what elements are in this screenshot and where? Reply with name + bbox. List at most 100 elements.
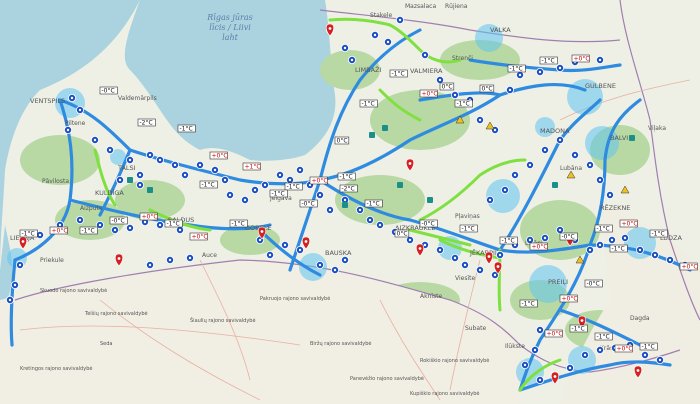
camera-pin-icon[interactable] bbox=[195, 160, 204, 169]
camera-pin-icon[interactable] bbox=[295, 165, 304, 174]
temperature-label[interactable]: -1°C bbox=[337, 172, 356, 181]
temperature-label[interactable]: +0°C bbox=[209, 151, 228, 160]
weather-station-icon[interactable] bbox=[127, 177, 133, 183]
temperature-label[interactable]: -1°C bbox=[199, 180, 218, 189]
camera-pin-icon[interactable] bbox=[435, 245, 444, 254]
temperature-label[interactable]: -1°C bbox=[609, 244, 628, 253]
temperature-label[interactable]: +0°C bbox=[419, 89, 438, 98]
camera-pin-icon[interactable] bbox=[526, 160, 535, 169]
camera-pin-icon[interactable] bbox=[180, 170, 189, 179]
camera-pin-icon[interactable] bbox=[510, 170, 519, 179]
temperature-label[interactable]: -1°C bbox=[364, 199, 383, 208]
weather-station-icon[interactable] bbox=[427, 197, 433, 203]
camera-pin-icon[interactable] bbox=[460, 260, 469, 269]
camera-pin-icon[interactable] bbox=[265, 250, 274, 259]
camera-pin-icon[interactable] bbox=[383, 38, 392, 47]
temperature-label[interactable]: +0°C bbox=[189, 232, 208, 241]
weather-station-icon[interactable] bbox=[629, 135, 635, 141]
camera-pin-icon[interactable] bbox=[395, 15, 404, 24]
temperature-label[interactable]: 0°C bbox=[334, 136, 350, 145]
camera-pin-icon[interactable] bbox=[135, 180, 144, 189]
camera-pin-icon[interactable] bbox=[145, 150, 154, 159]
camera-pin-icon[interactable] bbox=[596, 175, 605, 184]
temperature-label[interactable]: +0°C bbox=[614, 344, 633, 353]
camera-pin-icon[interactable] bbox=[586, 160, 595, 169]
camera-pin-icon[interactable] bbox=[260, 180, 269, 189]
camera-pin-icon[interactable] bbox=[220, 175, 229, 184]
camera-pin-icon[interactable] bbox=[556, 64, 565, 73]
camera-pin-icon[interactable] bbox=[636, 245, 645, 254]
camera-pin-icon[interactable] bbox=[531, 345, 540, 354]
weather-station-icon[interactable] bbox=[147, 187, 153, 193]
camera-pin-icon[interactable] bbox=[170, 160, 179, 169]
temperature-label[interactable]: 0°C bbox=[439, 82, 455, 91]
camera-pin-icon[interactable] bbox=[365, 215, 374, 224]
camera-pin-icon[interactable] bbox=[485, 195, 494, 204]
temperature-label[interactable]: -1°C bbox=[519, 299, 538, 308]
temperature-label[interactable]: +1°C bbox=[242, 162, 261, 171]
camera-pin-icon[interactable] bbox=[541, 233, 550, 242]
temperature-label[interactable]: -1°C bbox=[507, 64, 526, 73]
camera-pin-icon[interactable] bbox=[126, 223, 135, 232]
temperature-label[interactable]: -0°C bbox=[419, 219, 438, 228]
weather-station-icon[interactable] bbox=[382, 125, 388, 131]
temperature-label[interactable]: -1°C bbox=[459, 224, 478, 233]
temperature-label[interactable]: -1°C bbox=[594, 224, 613, 233]
camera-pin-icon[interactable] bbox=[76, 106, 85, 115]
camera-pin-icon[interactable] bbox=[135, 170, 144, 179]
camera-pin-icon[interactable] bbox=[596, 345, 605, 354]
camera-pin-icon[interactable] bbox=[606, 190, 615, 199]
camera-pin-icon[interactable] bbox=[225, 190, 234, 199]
camera-pin-icon[interactable] bbox=[330, 265, 339, 274]
weather-station-icon[interactable] bbox=[552, 182, 558, 188]
camera-pin-icon[interactable] bbox=[556, 135, 565, 144]
camera-pin-icon[interactable] bbox=[106, 145, 115, 154]
camera-pin-icon[interactable] bbox=[536, 375, 545, 384]
temperature-label[interactable]: +0°C bbox=[679, 262, 698, 271]
camera-pin-icon[interactable] bbox=[355, 205, 364, 214]
camera-pin-icon[interactable] bbox=[64, 126, 73, 135]
camera-pin-icon[interactable] bbox=[145, 260, 154, 269]
camera-pin-icon[interactable] bbox=[541, 145, 550, 154]
temperature-label[interactable]: -1°C bbox=[499, 236, 518, 245]
camera-pin-icon[interactable] bbox=[596, 56, 605, 65]
camera-pin-icon[interactable] bbox=[325, 205, 334, 214]
weather-station-icon[interactable] bbox=[342, 202, 348, 208]
temperature-label[interactable]: -1°C bbox=[569, 324, 588, 333]
temperature-label[interactable]: +0°C bbox=[529, 242, 548, 251]
temperature-label[interactable]: -0°C bbox=[99, 86, 118, 95]
camera-pin-icon[interactable] bbox=[536, 68, 545, 77]
camera-pin-icon[interactable] bbox=[586, 245, 595, 254]
camera-pin-icon[interactable] bbox=[475, 265, 484, 274]
temperature-label[interactable]: -1°C bbox=[229, 219, 248, 228]
temperature-label[interactable]: -1°C bbox=[639, 342, 658, 351]
camera-pin-icon[interactable] bbox=[450, 253, 459, 262]
temperature-label[interactable]: -0°C bbox=[584, 279, 603, 288]
temperature-label[interactable]: -1°C bbox=[177, 124, 196, 133]
camera-pin-icon[interactable] bbox=[68, 94, 77, 103]
camera-pin-icon[interactable] bbox=[340, 255, 349, 264]
camera-pin-icon[interactable] bbox=[505, 86, 514, 95]
camera-pin-icon[interactable] bbox=[420, 51, 429, 60]
camera-pin-icon[interactable] bbox=[76, 215, 85, 224]
temperature-label[interactable]: -1°C bbox=[269, 189, 288, 198]
weather-station-icon[interactable] bbox=[397, 182, 403, 188]
camera-pin-icon[interactable] bbox=[596, 240, 605, 249]
camera-pin-icon[interactable] bbox=[10, 280, 19, 289]
camera-pin-icon[interactable] bbox=[295, 245, 304, 254]
camera-pin-icon[interactable] bbox=[571, 150, 580, 159]
temperature-label[interactable]: -1°C bbox=[19, 229, 38, 238]
temperature-label[interactable]: 0°C bbox=[394, 229, 410, 238]
temperature-label[interactable]: +0°C bbox=[309, 176, 328, 185]
camera-pin-icon[interactable] bbox=[375, 220, 384, 229]
camera-pin-icon[interactable] bbox=[315, 260, 324, 269]
temperature-label[interactable]: -1°C bbox=[649, 229, 668, 238]
camera-pin-icon[interactable] bbox=[165, 255, 174, 264]
camera-pin-icon[interactable] bbox=[111, 225, 120, 234]
temperature-label[interactable]: -1°C bbox=[594, 332, 613, 341]
camera-pin-icon[interactable] bbox=[536, 325, 545, 334]
camera-pin-icon[interactable] bbox=[521, 360, 530, 369]
camera-pin-icon[interactable] bbox=[340, 44, 349, 53]
camera-pin-icon[interactable] bbox=[608, 235, 617, 244]
temperature-label[interactable]: +0°C bbox=[49, 226, 68, 235]
